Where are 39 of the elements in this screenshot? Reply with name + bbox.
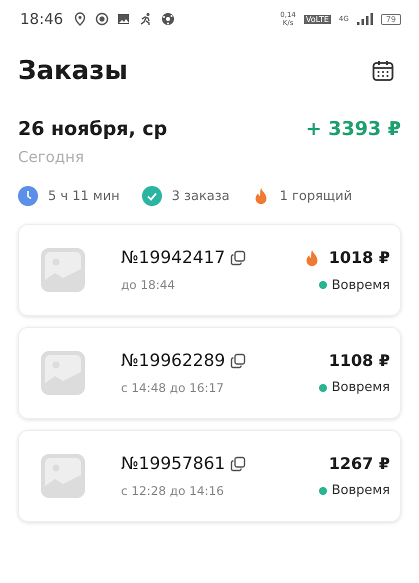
order-price: 1108 ₽: [328, 351, 390, 370]
order-status: Вовремя: [332, 380, 390, 395]
clock-icon: [18, 186, 38, 206]
image-icon: [117, 12, 132, 26]
calendar-icon[interactable]: [371, 59, 395, 83]
stat-label: 5 ч 11 мин: [48, 188, 120, 204]
battery-indicator: 79: [380, 14, 401, 24]
delivery-time: с 14:48 до 16:17: [121, 381, 225, 395]
stat-label: 3 заказа: [172, 188, 230, 204]
order-price: 1267 ₽: [328, 454, 390, 473]
copy-icon[interactable]: [230, 353, 246, 369]
check-icon: [142, 186, 162, 206]
stat-label: 1 горящий: [280, 188, 352, 204]
image-placeholder-icon: [41, 248, 85, 292]
location-icon: [73, 12, 88, 26]
order-card[interactable]: №19942417 до 18:44 1018 ₽ Вовремя: [18, 224, 401, 316]
copy-icon[interactable]: [230, 456, 246, 472]
image-placeholder-icon: [41, 454, 85, 498]
order-number: №19962289: [121, 351, 226, 371]
order-card[interactable]: №19957861 с 12:28 до 14:16 1267 ₽ Вовремя: [18, 430, 401, 522]
order-card[interactable]: №19962289 с 14:48 до 16:17 1108 ₽ Вовремя: [18, 327, 401, 419]
record-icon: [95, 12, 110, 26]
page-title: Заказы: [18, 56, 128, 86]
status-time: 18:46: [20, 10, 64, 28]
order-status: Вовремя: [332, 483, 390, 498]
copy-icon[interactable]: [230, 250, 246, 266]
order-status: Вовремя: [332, 278, 390, 292]
signal-icon: [356, 13, 373, 25]
delivery-time: с 12:28 до 14:16: [121, 484, 225, 498]
delivery-time: до 18:44: [121, 278, 176, 292]
image-placeholder-icon: [41, 351, 85, 395]
order-number: №19957861: [121, 454, 226, 474]
date-heading: 26 ноября, ср: [18, 118, 168, 140]
day-total: + 3393 ₽: [306, 118, 401, 140]
order-price: 1018 ₽: [328, 248, 390, 267]
day-subtitle: Сегодня: [17, 147, 85, 166]
volte-badge: VoLTE: [304, 14, 331, 24]
order-number: №19942417: [121, 248, 226, 268]
ball-icon: [161, 12, 176, 26]
